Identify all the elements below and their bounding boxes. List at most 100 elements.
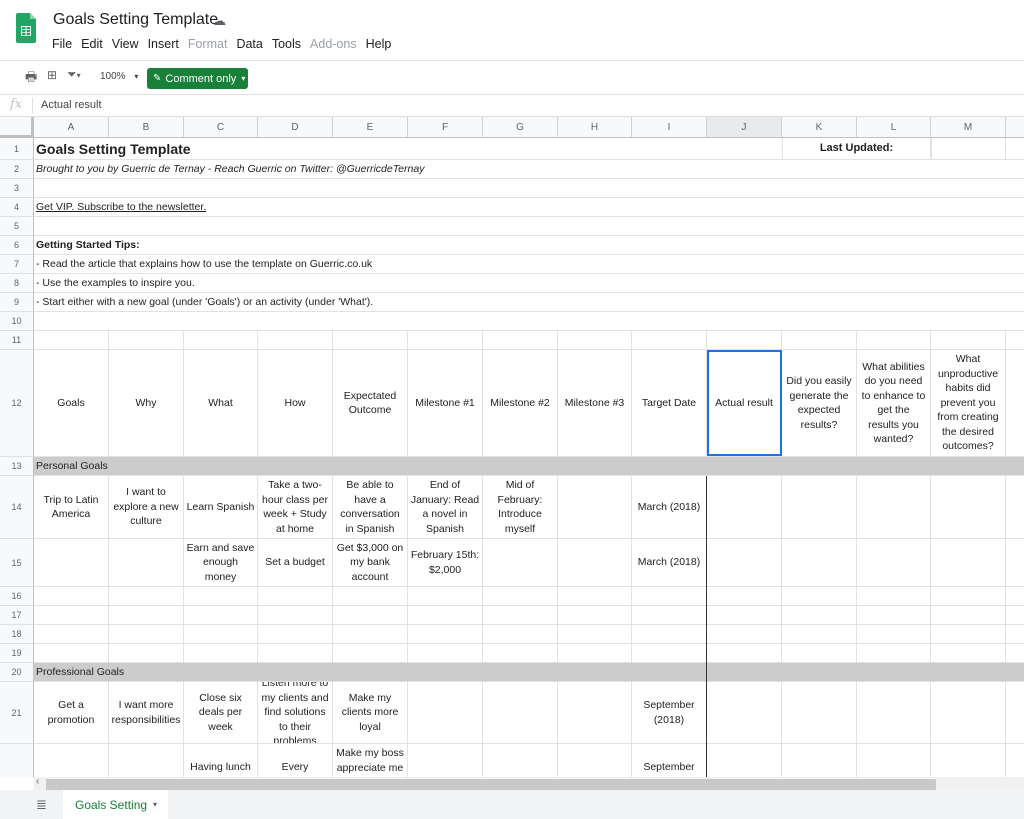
horizontal-scrollbar[interactable]: ‹	[34, 776, 1024, 790]
cell[interactable]	[857, 539, 931, 586]
column-header-d[interactable]: D	[258, 117, 333, 138]
header-cell[interactable]: Did you easily generate the expected res…	[782, 350, 857, 456]
column-header-l[interactable]: L	[857, 117, 931, 138]
row-header[interactable]	[0, 744, 34, 777]
header-cell[interactable]: What unproductive habits did prevent you…	[931, 350, 1006, 456]
cell[interactable]: Take a two-hour class per week + Study a…	[258, 476, 333, 538]
cell[interactable]	[34, 587, 109, 605]
cell[interactable]	[483, 625, 558, 643]
newsletter-link[interactable]: Get VIP. Subscribe to the newsletter.	[36, 198, 206, 216]
cell[interactable]	[931, 539, 1006, 586]
cell[interactable]	[333, 587, 408, 605]
header-cell[interactable]: Milestone #2	[483, 350, 558, 456]
cell[interactable]	[333, 331, 408, 349]
comment-only-button[interactable]: ✎ Comment only ▾	[147, 68, 248, 89]
cell[interactable]	[857, 331, 931, 349]
cell[interactable]: Close six deals per week	[184, 682, 258, 743]
all-sheets-icon[interactable]: ≣	[36, 797, 47, 813]
cell[interactable]	[632, 625, 707, 643]
cell[interactable]	[184, 331, 258, 349]
row-header[interactable]: 19	[0, 644, 34, 663]
cell[interactable]: Listen more to my clients and find solut…	[258, 682, 333, 743]
cell[interactable]	[258, 587, 333, 605]
cell[interactable]	[558, 331, 632, 349]
menu-help[interactable]: Help	[366, 37, 392, 51]
cell[interactable]: March (2018)	[632, 476, 707, 538]
sheet-tab-goals-setting[interactable]: Goals Setting ▾	[63, 790, 168, 819]
row-header[interactable]: 20	[0, 663, 34, 682]
cell[interactable]: Mid of February: Introduce myself	[483, 476, 558, 538]
cell[interactable]	[707, 682, 782, 743]
menu-data[interactable]: Data	[236, 37, 262, 51]
print-icon[interactable]: 🖶	[25, 68, 37, 90]
cell[interactable]	[782, 625, 857, 643]
select-all-corner[interactable]	[0, 117, 34, 138]
row-header[interactable]: 16	[0, 587, 34, 606]
cell[interactable]	[782, 476, 857, 538]
cell[interactable]: Having lunch	[184, 744, 258, 777]
sheets-logo-icon[interactable]	[16, 13, 36, 43]
cell[interactable]	[857, 587, 931, 605]
cell[interactable]: Earn and save enough money	[184, 539, 258, 586]
cell[interactable]: Get $3,000 on my bank account	[333, 539, 408, 586]
cell[interactable]	[931, 744, 1006, 777]
cell[interactable]	[931, 625, 1006, 643]
add-comment-icon[interactable]: ⊞	[47, 68, 57, 82]
header-cell[interactable]: Why	[109, 350, 184, 456]
cell[interactable]	[632, 587, 707, 605]
menu-file[interactable]: File	[52, 37, 72, 51]
cloud-status-icon[interactable]: ☁	[213, 13, 226, 29]
cell[interactable]: March (2018)	[632, 539, 707, 586]
cell[interactable]	[707, 644, 782, 662]
header-cell[interactable]: How	[258, 350, 333, 456]
cell[interactable]: Be able to have a conversation in Spanis…	[333, 476, 408, 538]
cell[interactable]	[109, 539, 184, 586]
selected-cell[interactable]: Actual result	[707, 350, 782, 456]
cell[interactable]	[109, 625, 184, 643]
cell[interactable]	[408, 682, 483, 743]
document-title[interactable]: Goals Setting Template	[53, 11, 218, 29]
cell[interactable]	[558, 587, 632, 605]
cell[interactable]	[782, 606, 857, 624]
column-header-j[interactable]: J	[707, 117, 782, 138]
header-cell[interactable]: Target Date	[632, 350, 707, 456]
cell[interactable]	[558, 644, 632, 662]
row-header[interactable]: 4	[0, 198, 34, 217]
cell[interactable]	[632, 606, 707, 624]
cell[interactable]: I want to explore a new culture	[109, 476, 184, 538]
cell[interactable]	[707, 625, 782, 643]
cell[interactable]	[483, 606, 558, 624]
header-cell[interactable]: Goals	[34, 350, 109, 456]
cell[interactable]	[184, 606, 258, 624]
cell[interactable]	[707, 587, 782, 605]
column-header-f[interactable]: F	[408, 117, 483, 138]
row-header[interactable]: 18	[0, 625, 34, 644]
cell[interactable]	[258, 606, 333, 624]
cell[interactable]	[632, 331, 707, 349]
cell[interactable]	[109, 587, 184, 605]
cell[interactable]	[931, 644, 1006, 662]
cell[interactable]: I want more responsibilities	[109, 682, 184, 743]
menu-tools[interactable]: Tools	[272, 37, 301, 51]
cell[interactable]	[34, 625, 109, 643]
cell[interactable]	[184, 625, 258, 643]
cell[interactable]	[558, 606, 632, 624]
cell[interactable]	[408, 331, 483, 349]
column-header-b[interactable]: B	[109, 117, 184, 138]
cell[interactable]: Learn Spanish	[184, 476, 258, 538]
row-header[interactable]: 10	[0, 312, 34, 331]
scroll-left-icon[interactable]: ‹	[36, 776, 39, 787]
cell[interactable]	[931, 331, 1006, 349]
row-header[interactable]: 13	[0, 457, 34, 476]
cell[interactable]	[408, 644, 483, 662]
cell[interactable]	[782, 744, 857, 777]
row-header[interactable]: 3	[0, 179, 34, 198]
last-updated-value[interactable]	[931, 138, 1006, 159]
cell[interactable]: End of January: Read a novel in Spanish	[408, 476, 483, 538]
row-header[interactable]: 14	[0, 476, 34, 539]
cell[interactable]	[707, 539, 782, 586]
cell[interactable]	[857, 625, 931, 643]
menu-insert[interactable]: Insert	[148, 37, 179, 51]
cell[interactable]	[333, 606, 408, 624]
menu-view[interactable]: View	[112, 37, 139, 51]
